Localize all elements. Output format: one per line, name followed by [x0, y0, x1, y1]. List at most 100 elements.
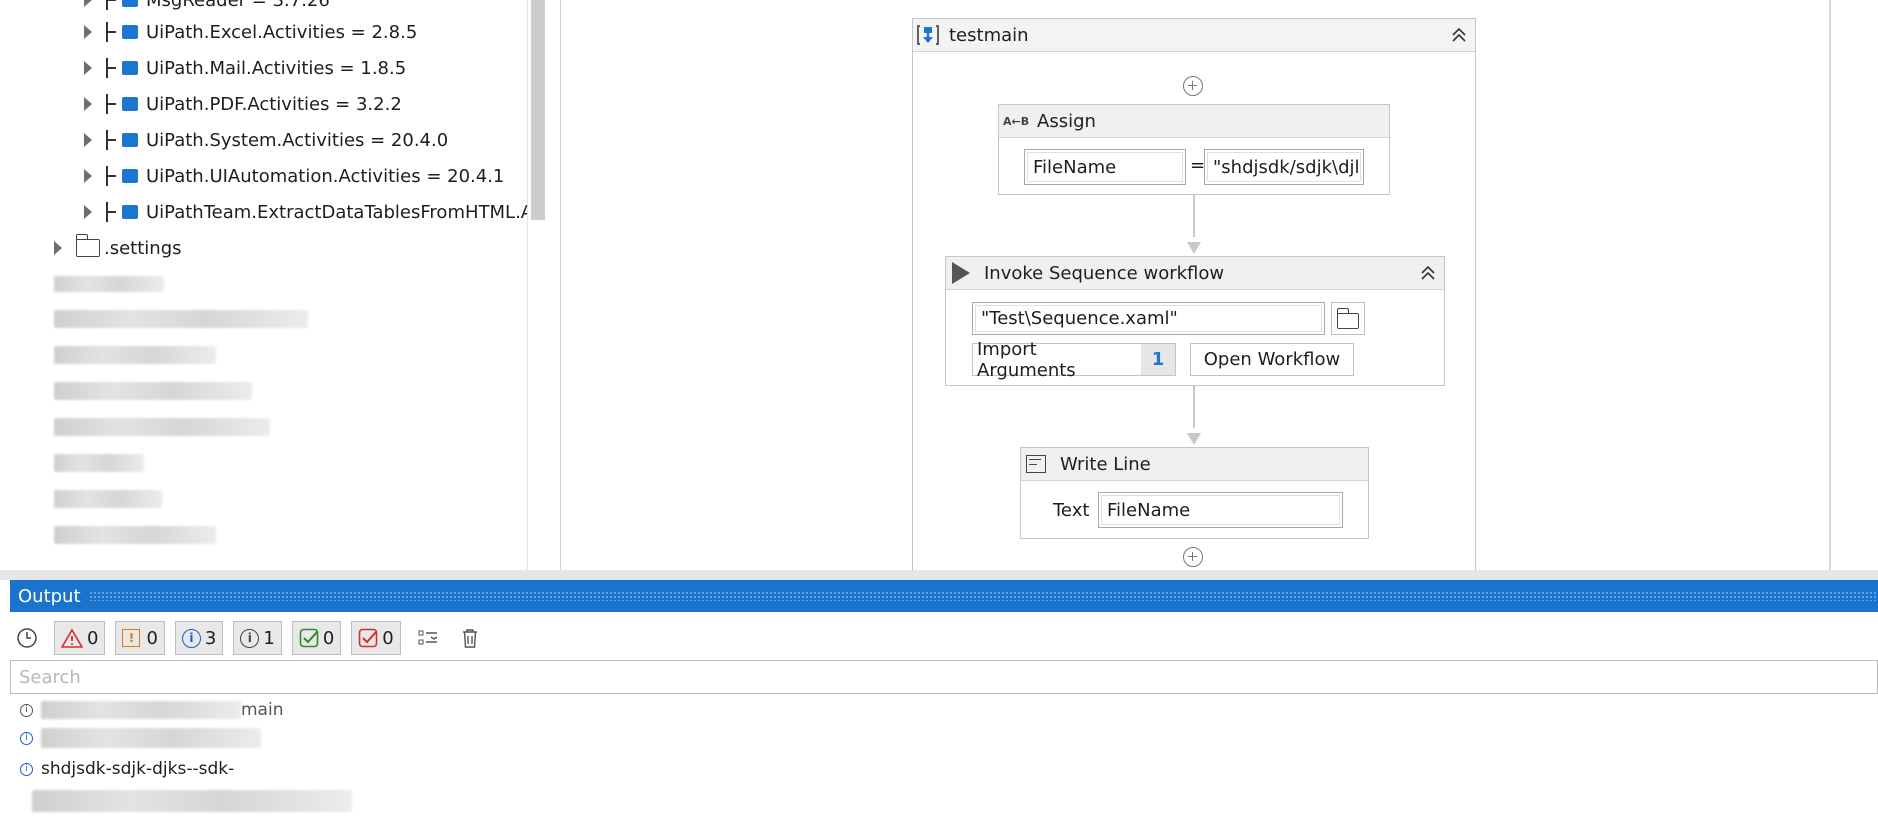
warnings-count: 0 [146, 627, 158, 649]
tree-connector-icon [106, 202, 120, 222]
package-label: UiPathTeam.ExtractDataTablesFromHTML.Ac [146, 201, 543, 223]
panel-grip [88, 591, 1878, 601]
expand-caret-icon[interactable] [84, 25, 92, 39]
redacted-tree-item [54, 526, 216, 544]
package-icon [122, 205, 138, 219]
expand-caret-icon[interactable] [84, 133, 92, 147]
tree-connector-icon [106, 0, 120, 10]
assign-value-field[interactable]: "shdjsdk/sdjk\djl [1204, 149, 1364, 185]
assign-header[interactable]: A←B Assign [999, 105, 1389, 138]
collapse-all-button[interactable] [411, 621, 445, 655]
expand-caret-icon[interactable] [84, 169, 92, 183]
info-icon: i [181, 628, 201, 648]
add-activity-icon[interactable] [1183, 547, 1203, 567]
text-property-label: Text [1053, 500, 1090, 521]
failed-count: 0 [382, 627, 394, 649]
tree-connector-icon [106, 58, 120, 78]
redacted-log-text [41, 728, 261, 748]
tree-item-package[interactable]: UiPath.System.Activities = 20.4.0 [84, 122, 448, 158]
log-text: shdjsdk-sdjk-djks--sdk- [41, 759, 235, 779]
redacted-tree-item [54, 382, 252, 400]
write-line-activity[interactable]: Write Line Text FileName [1020, 447, 1369, 539]
filter-trace-button[interactable]: i 1 [233, 621, 282, 655]
expand-caret-icon[interactable] [84, 0, 92, 7]
expand-caret-icon[interactable] [84, 61, 92, 75]
package-icon [122, 0, 138, 7]
package-label: UiPath.System.Activities = 20.4.0 [146, 129, 449, 151]
flow-arrow-icon [1187, 433, 1201, 445]
invoke-header[interactable]: Invoke Sequence workflow [946, 257, 1444, 290]
folder-label: .settings [104, 237, 182, 259]
flow-connector [1193, 195, 1195, 237]
write-line-header[interactable]: Write Line [1021, 448, 1368, 481]
success-check-icon [299, 628, 319, 648]
output-title: Output [18, 585, 81, 607]
tree-scrollbar-thumb[interactable] [531, 0, 545, 220]
clear-output-button[interactable] [455, 621, 485, 655]
package-label: UiPath.UIAutomation.Activities = 20.4.1 [146, 165, 505, 187]
timestamp-toggle[interactable] [10, 621, 44, 655]
expand-caret-icon[interactable] [84, 97, 92, 111]
package-icon [122, 133, 138, 147]
filter-info-button[interactable]: i 3 [174, 621, 224, 655]
log-entry[interactable]: i shdjsdk-sdjk-djks--sdk- [20, 759, 234, 779]
panel-splitter[interactable] [0, 570, 1878, 580]
browse-button[interactable] [1331, 302, 1365, 335]
log-entry[interactable]: i main [20, 700, 283, 720]
collapse-icon[interactable] [1420, 265, 1436, 281]
package-icon [122, 169, 138, 183]
expand-caret-icon[interactable] [84, 205, 92, 219]
filter-warnings-button[interactable]: ! 0 [115, 621, 165, 655]
canvas-right-border [1829, 0, 1831, 570]
assign-activity[interactable]: A←B Assign FileName = "shdjsdk/sdjk\djl [998, 104, 1390, 195]
redacted-tree-item [54, 454, 144, 472]
tree-item-package[interactable]: UiPath.Excel.Activities = 2.8.5 [84, 14, 417, 50]
clock-icon [17, 628, 37, 648]
project-tree-panel: MsgReader = 3.7.26 UiPath.Excel.Activiti… [0, 0, 548, 570]
warning-icon: ! [122, 629, 141, 647]
flow-connector [1193, 386, 1195, 428]
log-text: main [241, 700, 284, 720]
output-panel-header[interactable]: Output [10, 580, 1878, 612]
write-line-text-field[interactable]: FileName [1098, 492, 1343, 528]
folder-icon [75, 234, 100, 257]
expand-caret-icon[interactable] [54, 241, 62, 255]
assign-equals-sign: = [1190, 155, 1206, 176]
log-entry[interactable]: i [20, 728, 261, 748]
import-arguments-button[interactable]: Import Arguments 1 [972, 339, 1176, 381]
filter-success-button[interactable]: 0 [291, 621, 342, 655]
failed-check-icon [358, 628, 378, 648]
tree-item-package[interactable]: UiPathTeam.ExtractDataTablesFromHTML.Ac [84, 194, 543, 230]
output-toolbar: 0 ! 0 i 3 i 1 0 0 [10, 618, 1878, 658]
package-label: UiPath.PDF.Activities = 3.2.2 [146, 93, 402, 115]
workflow-path-field[interactable]: "Test\Sequence.xaml" [972, 302, 1325, 335]
output-search-input[interactable] [10, 660, 1878, 694]
filter-errors-button[interactable]: 0 [54, 621, 106, 655]
tree-item-package[interactable]: UiPath.UIAutomation.Activities = 20.4.1 [84, 158, 504, 194]
argument-count-badge: 1 [1141, 344, 1175, 375]
tree-item-package[interactable]: UiPath.Mail.Activities = 1.8.5 [84, 50, 406, 86]
sequence-header[interactable]: testmain [913, 19, 1475, 52]
filter-failed-button[interactable]: 0 [351, 621, 401, 655]
trash-icon [462, 629, 477, 648]
invoke-workflow-activity[interactable]: Invoke Sequence workflow "Test\Sequence.… [945, 256, 1445, 386]
flow-arrow-icon [1187, 242, 1201, 254]
collapse-icon[interactable] [1451, 27, 1467, 43]
tree-item-package[interactable]: UiPath.PDF.Activities = 3.2.2 [84, 86, 402, 122]
log-entry[interactable] [20, 790, 352, 812]
assign-title: Assign [1037, 110, 1096, 132]
redacted-log-text [41, 701, 241, 719]
sequence-title: testmain [949, 24, 1029, 46]
info-icon: i [20, 703, 33, 717]
add-activity-icon[interactable] [1183, 76, 1203, 96]
trace-count: 1 [263, 627, 275, 649]
assign-to-field[interactable]: FileName [1024, 149, 1186, 185]
sequence-icon [917, 24, 939, 46]
tree-item-settings-folder[interactable]: .settings [54, 230, 182, 266]
package-icon [122, 97, 138, 111]
package-label: UiPath.Mail.Activities = 1.8.5 [146, 57, 407, 79]
error-icon [61, 628, 83, 648]
errors-count: 0 [87, 627, 99, 649]
success-count: 0 [322, 627, 335, 649]
open-workflow-button[interactable]: Open Workflow [1190, 343, 1354, 376]
